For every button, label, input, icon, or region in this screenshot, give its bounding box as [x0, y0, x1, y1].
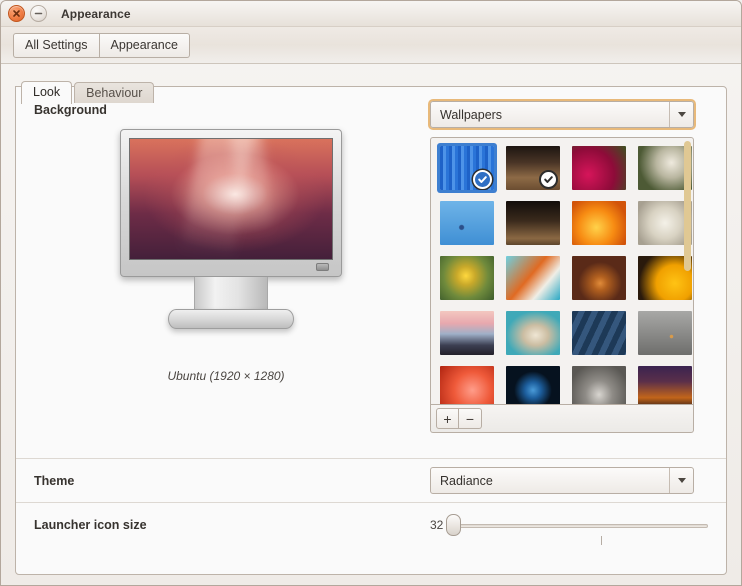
wallpaper-thumb-blue-stripes[interactable]: [440, 146, 494, 190]
theme-label: Theme: [34, 473, 75, 488]
launcher-icon-size-label: Launcher icon size: [34, 517, 147, 532]
title-bar: Appearance: [1, 1, 741, 27]
close-icon[interactable]: [8, 5, 25, 22]
monitor-preview: Ubuntu (1920 × 1280): [16, 123, 436, 423]
background-section: Background Ubuntu (1920 × 1280) Wallpape…: [16, 87, 726, 458]
monitor-base: [168, 309, 294, 329]
wallpaper-thumb-purple-sunset[interactable]: [638, 366, 692, 404]
wallpaper-source-combo[interactable]: Wallpapers: [430, 101, 694, 128]
look-tab-panel: Background Ubuntu (1920 × 1280) Wallpape…: [15, 86, 727, 575]
check-icon: [473, 170, 492, 189]
background-label: Background: [34, 103, 107, 117]
chevron-down-icon[interactable]: [669, 102, 693, 127]
theme-value: Radiance: [440, 473, 493, 488]
monitor-screen: [129, 138, 333, 260]
slider-tick-mark: [601, 536, 602, 545]
chevron-down-icon[interactable]: [669, 468, 693, 493]
wallpaper-thumb-pink-sunset-city[interactable]: [440, 311, 494, 355]
wallpaper-chooser: Wallpapers + −: [430, 101, 694, 433]
wallpaper-thumb-dark-wood-room[interactable]: [506, 201, 560, 245]
theme-combo[interactable]: Radiance: [430, 467, 694, 494]
wallpaper-thumb-earth-space[interactable]: [506, 366, 560, 404]
tab-behaviour[interactable]: Behaviour: [74, 82, 155, 103]
monitor-illustration: [120, 129, 342, 329]
wallpaper-grid-toolbar: + −: [430, 405, 694, 433]
wallpaper-thumb-blue-metal-roof[interactable]: [572, 311, 626, 355]
wallpaper-thumb-gray-branch-buds[interactable]: [638, 311, 692, 355]
wallpaper-thumb-orange-poppy[interactable]: [572, 201, 626, 245]
all-settings-button[interactable]: All Settings: [13, 32, 100, 58]
wallpaper-grid-frame: [430, 137, 694, 405]
check-icon: [539, 170, 558, 189]
wallpaper-thumb-red-gradient[interactable]: [440, 366, 494, 404]
appearance-window: Appearance All Settings Appearance Look …: [0, 0, 742, 586]
wallpaper-thumb-gray-stones[interactable]: [572, 366, 626, 404]
wallpaper-source-value: Wallpapers: [440, 107, 503, 122]
toolbar: All Settings Appearance: [1, 27, 741, 64]
wallpaper-thumb-brown-leather-leaf[interactable]: [572, 256, 626, 300]
wallpaper-thumb-wood-floor[interactable]: [506, 146, 560, 190]
wallpaper-thumb-yellow-flower-bud[interactable]: [440, 256, 494, 300]
tab-look[interactable]: Look: [21, 81, 73, 104]
minimize-icon[interactable]: [30, 5, 47, 22]
launcher-icon-size-value: 32: [430, 517, 444, 532]
monitor-frame: [120, 129, 342, 277]
monitor-power-led: [316, 263, 329, 271]
wallpaper-thumb-birds-sky[interactable]: [440, 201, 494, 245]
launcher-icon-size-handle[interactable]: [446, 514, 461, 536]
window-title: Appearance: [61, 6, 131, 21]
launcher-icon-size-row: Launcher icon size 32: [16, 502, 726, 546]
tab-strip: Look Behaviour: [15, 81, 727, 104]
theme-row: Theme Radiance: [16, 458, 726, 502]
monitor-caption: Ubuntu (1920 × 1280): [167, 369, 285, 383]
wallpaper-grid-scrollbar[interactable]: [684, 141, 691, 271]
remove-wallpaper-button[interactable]: −: [459, 408, 482, 429]
wallpaper-grid[interactable]: [431, 138, 693, 404]
launcher-icon-size-slider[interactable]: [452, 524, 708, 528]
appearance-button[interactable]: Appearance: [99, 32, 190, 58]
wallpaper-thumb-rope-knot[interactable]: [506, 311, 560, 355]
add-wallpaper-button[interactable]: +: [436, 408, 459, 429]
wallpaper-thumb-red-petal[interactable]: [572, 146, 626, 190]
wallpaper-thumb-painted-fish[interactable]: [506, 256, 560, 300]
